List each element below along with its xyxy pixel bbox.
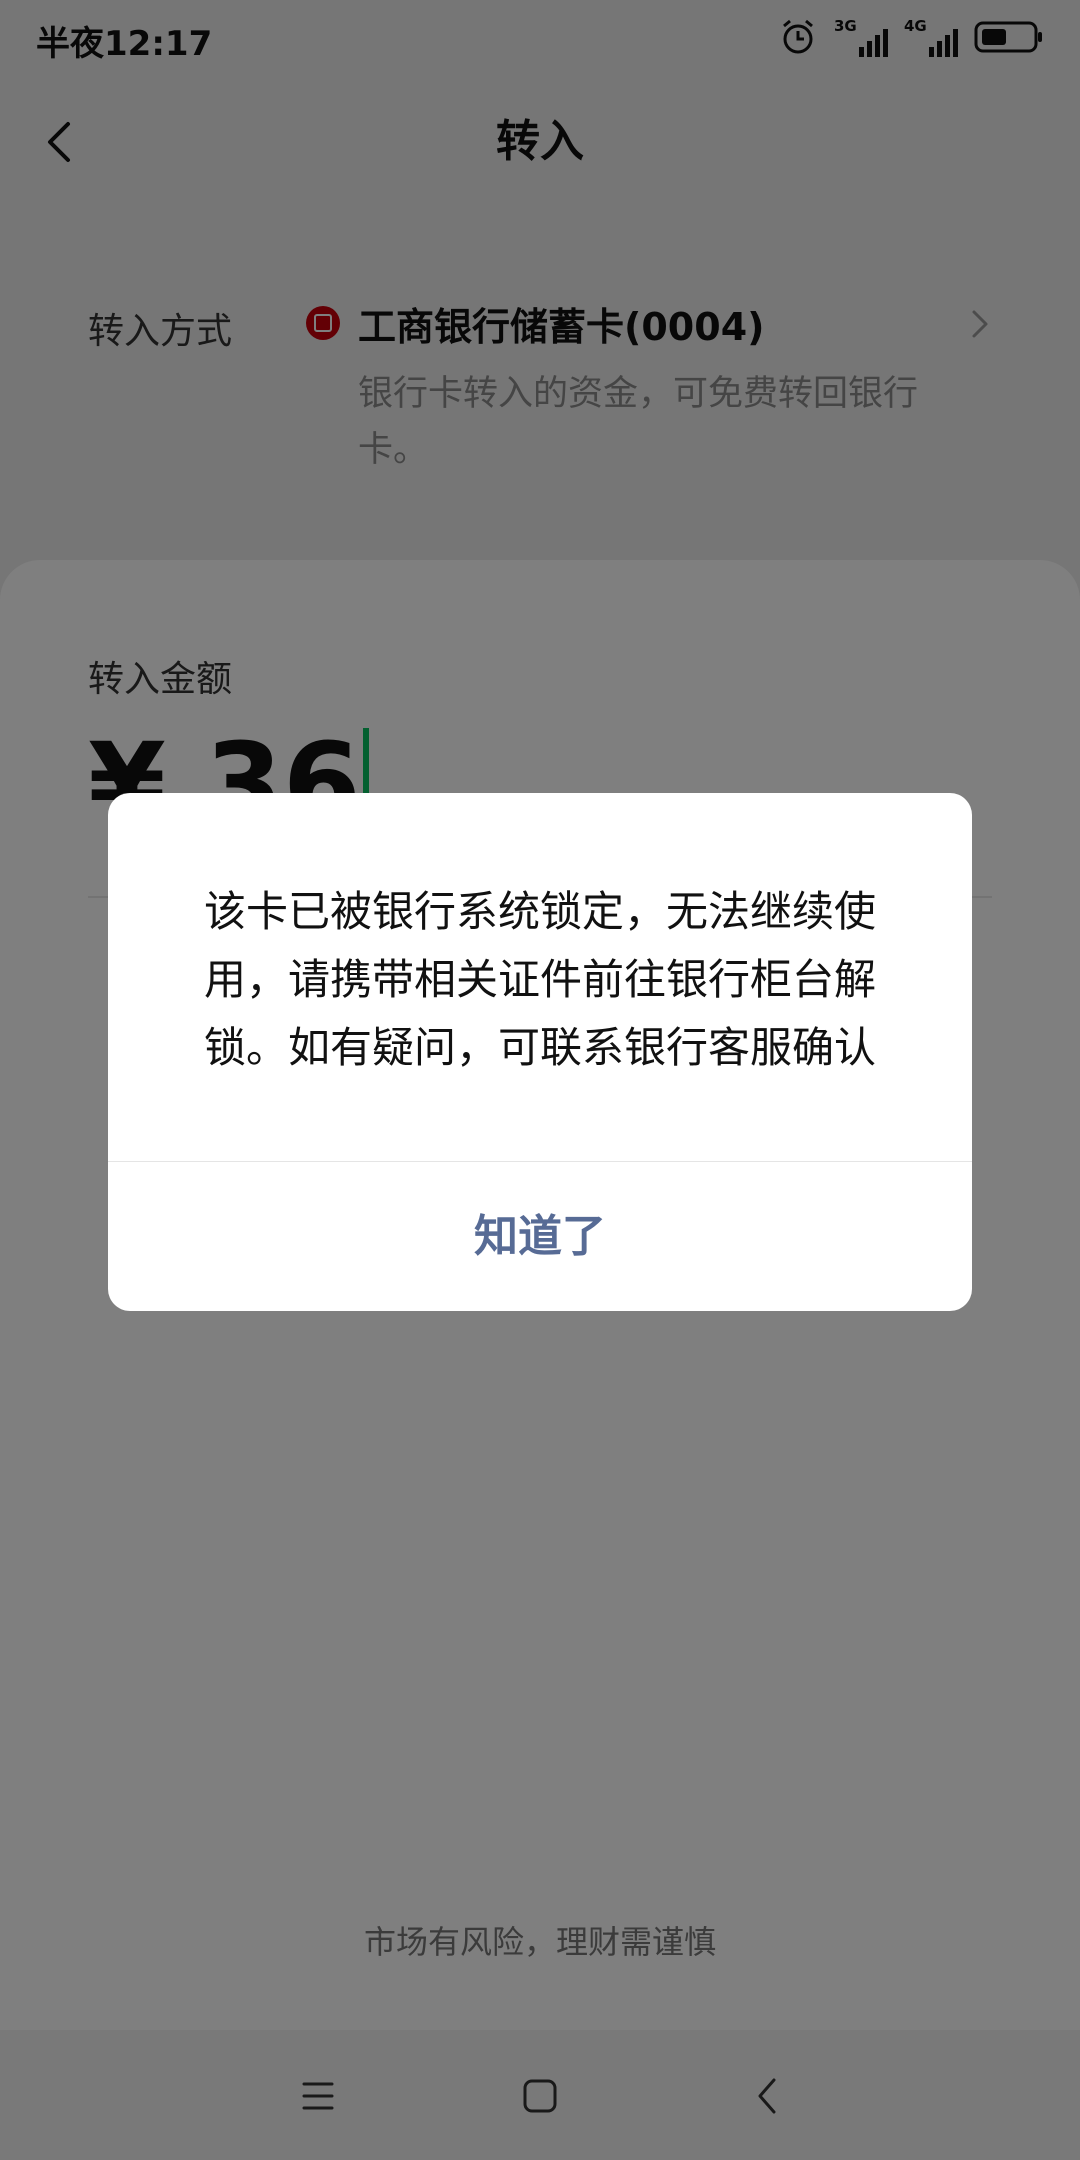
- alert-dialog: 该卡已被银行系统锁定，无法继续使用，请携带相关证件前往银行柜台解锁。如有疑问，可…: [108, 793, 972, 1311]
- dialog-message: 该卡已被银行系统锁定，无法继续使用，请携带相关证件前往银行柜台解锁。如有疑问，可…: [203, 887, 876, 1072]
- dialog-confirm-button[interactable]: 知道了: [108, 1162, 972, 1311]
- transfer-in-screen: 半夜12:17 3G 4G: [0, 0, 1080, 2160]
